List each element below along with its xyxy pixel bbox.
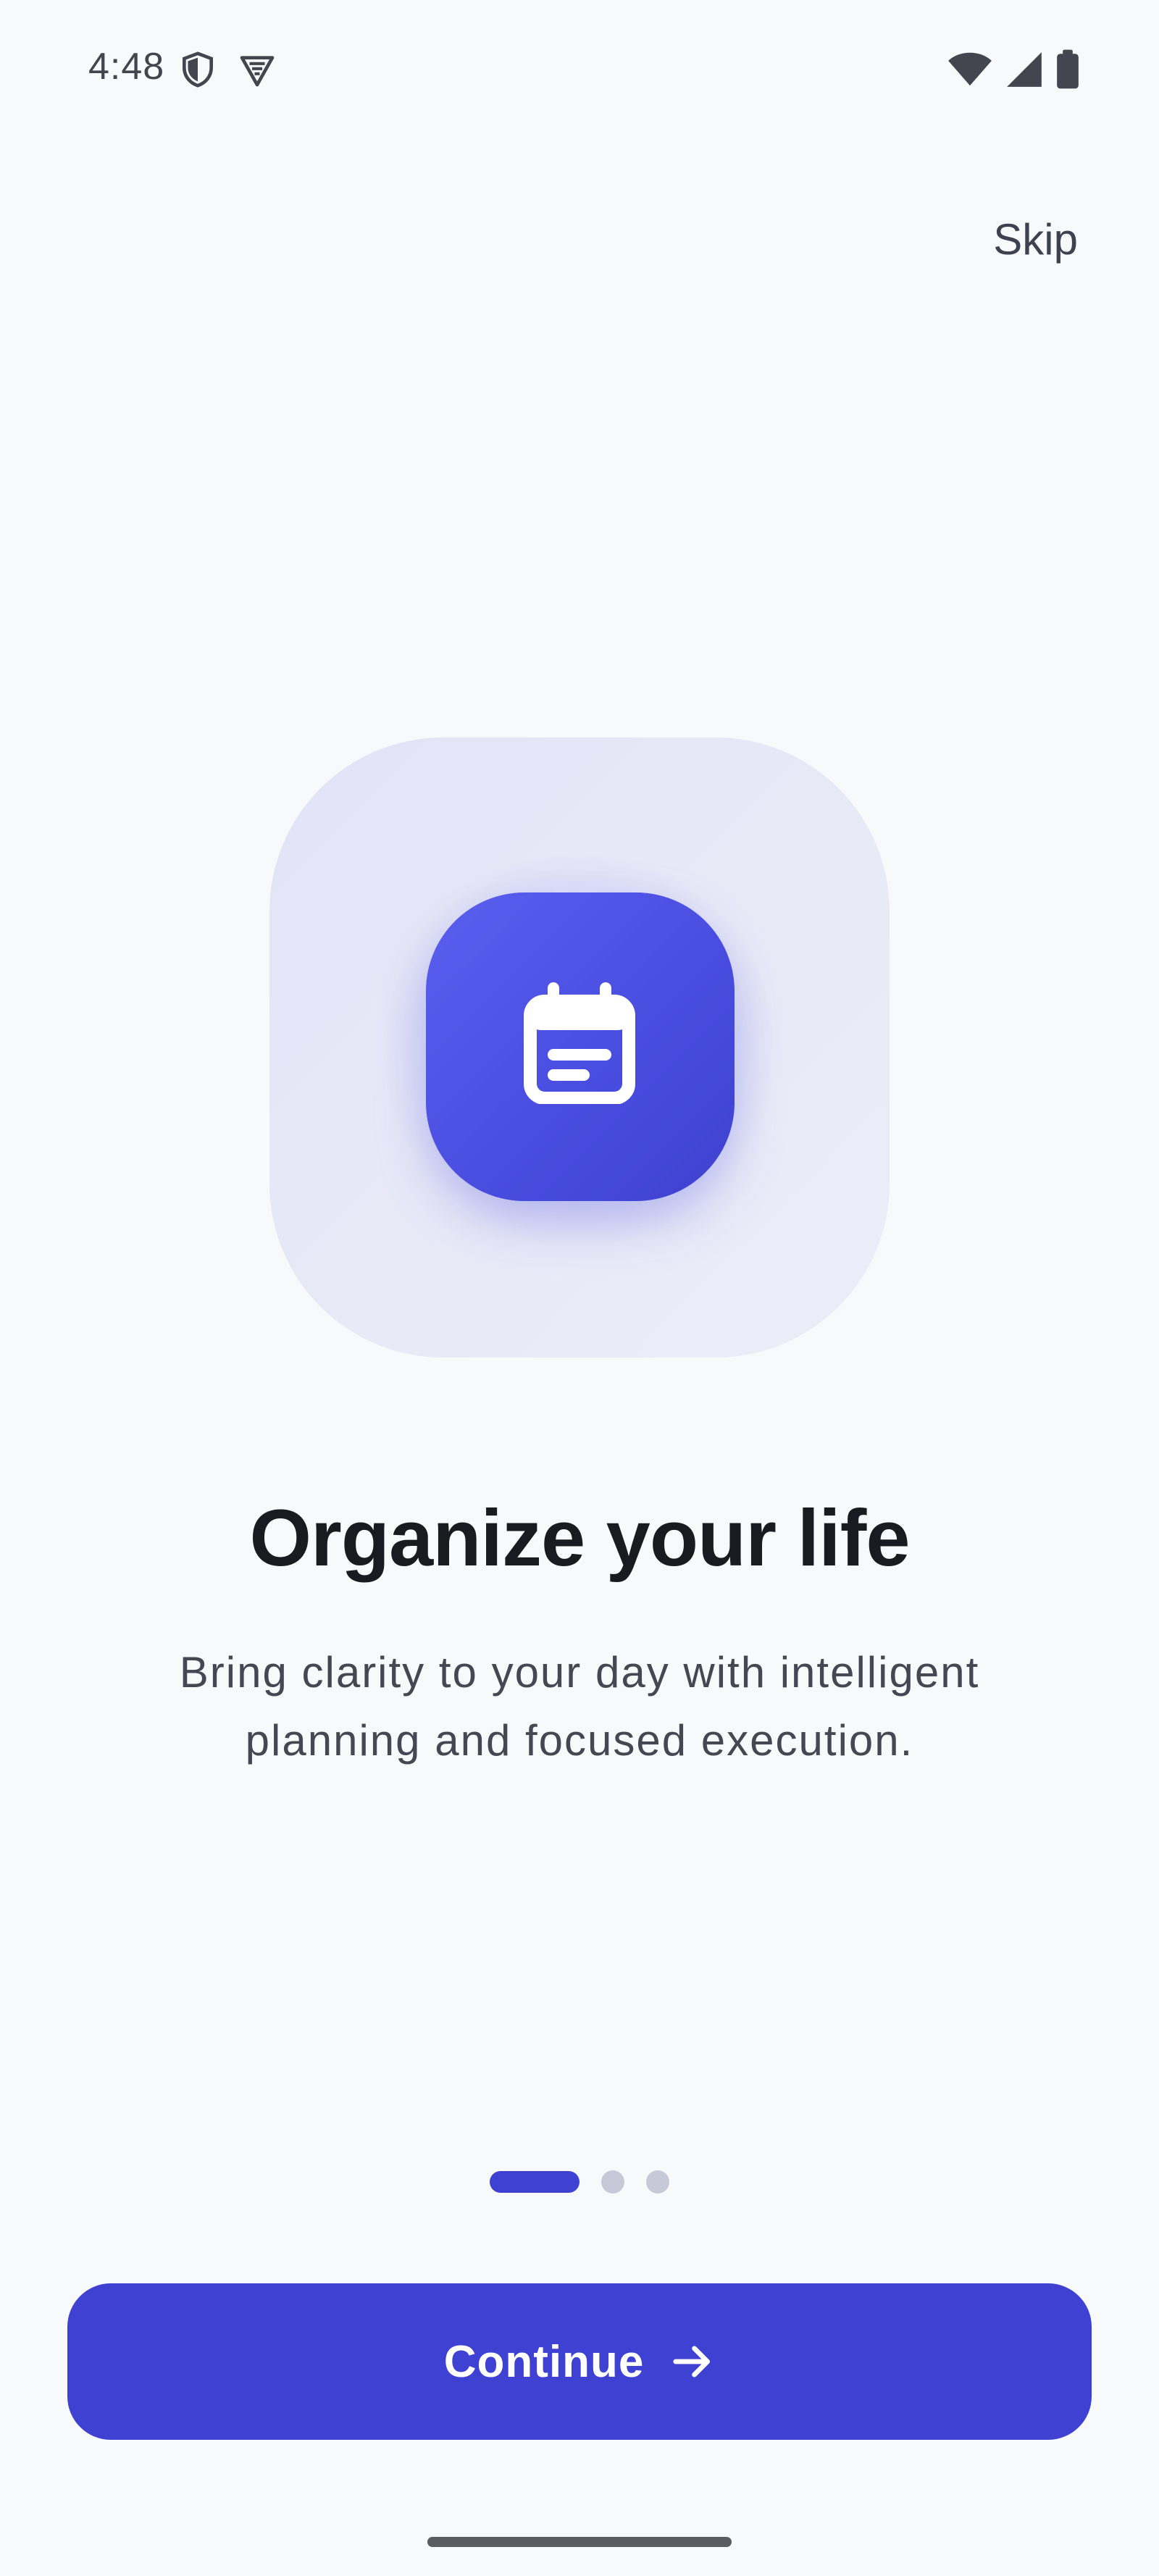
page-dot-active[interactable] [490,2171,580,2193]
calendar-notes-icon [524,982,635,1104]
page-indicator [490,2170,669,2194]
onboarding-title: Organize your life [249,1494,910,1583]
onboarding-subtitle: Bring clarity to your day with intellige… [109,1639,1050,1775]
shield-icon [183,51,213,88]
subtitle-line-1: Bring clarity to your day with intellige… [179,1648,980,1697]
page-dot[interactable] [601,2170,624,2194]
wifi-icon [948,52,992,86]
signal-icon [1007,52,1042,87]
status-left-icons [177,49,277,90]
status-time: 4:48 [88,46,165,88]
gesture-nav-bar[interactable] [427,2537,732,2547]
vpn-badge-icon [240,56,275,87]
battery-icon [1057,49,1079,89]
status-right-icons [947,49,1079,90]
subtitle-line-2: planning and focused execution. [245,1716,914,1765]
status-bar: 4:48 [0,0,1159,138]
page-dot[interactable] [646,2170,669,2194]
continue-button[interactable]: Continue [67,2283,1092,2440]
continue-label: Continue [443,2336,645,2387]
arrow-right-icon [673,2346,711,2378]
skip-button[interactable]: Skip [993,214,1078,264]
